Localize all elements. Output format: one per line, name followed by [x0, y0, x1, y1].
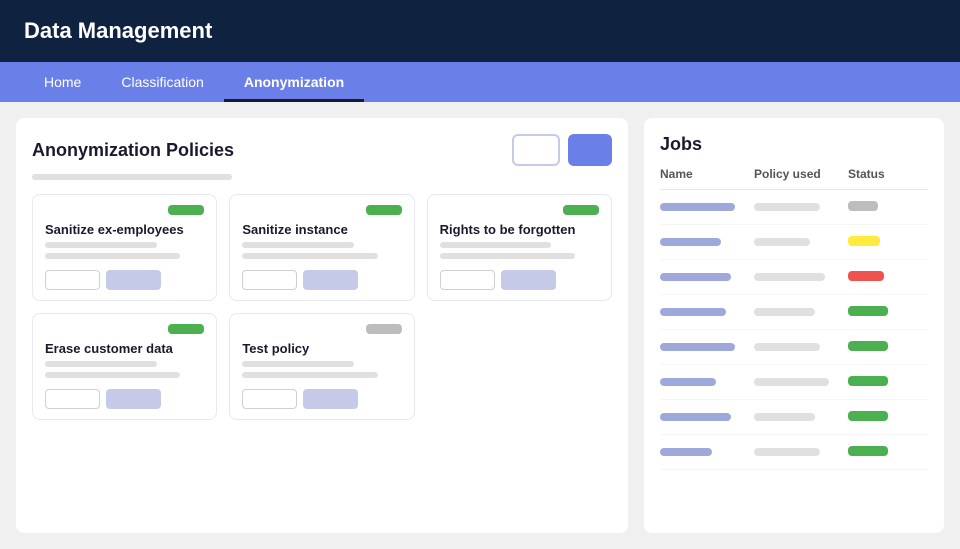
nav-item-classification[interactable]: Classification	[101, 62, 223, 102]
card-btn-secondary[interactable]	[242, 270, 297, 290]
job-row[interactable]	[660, 190, 928, 225]
active-indicator	[563, 205, 599, 215]
card-buttons	[45, 270, 204, 290]
nav-item-home[interactable]: Home	[24, 62, 101, 102]
policy-card-erase-customer: Erase customer data	[32, 313, 217, 420]
card-btn-primary[interactable]	[106, 389, 161, 409]
card-buttons	[242, 389, 401, 409]
card-line-2	[242, 372, 377, 378]
app-header: Data Management	[0, 0, 960, 62]
job-policy-bar	[754, 378, 829, 386]
jobs-table-header: Name Policy used Status	[660, 167, 928, 190]
job-status-indicator	[848, 271, 884, 281]
card-buttons	[242, 270, 401, 290]
card-buttons	[440, 270, 599, 290]
card-btn-primary[interactable]	[501, 270, 556, 290]
panel-header: Anonymization Policies	[32, 134, 612, 166]
job-policy-bar	[754, 273, 825, 281]
card-line-1	[440, 242, 552, 248]
jobs-title: Jobs	[660, 134, 928, 155]
policy-card-title: Sanitize instance	[242, 222, 401, 237]
job-row[interactable]	[660, 365, 928, 400]
job-status-indicator	[848, 411, 888, 421]
job-policy-bar	[754, 203, 820, 211]
card-line-1	[45, 361, 157, 367]
card-btn-primary[interactable]	[303, 270, 358, 290]
policy-card-title: Sanitize ex-employees	[45, 222, 204, 237]
job-name-bar	[660, 343, 735, 351]
policy-card-title: Test policy	[242, 341, 401, 356]
active-indicator	[168, 205, 204, 215]
active-indicator	[366, 205, 402, 215]
filter-button[interactable]	[512, 134, 560, 166]
header-buttons	[512, 134, 612, 166]
job-status-indicator	[848, 341, 888, 351]
card-btn-secondary[interactable]	[45, 389, 100, 409]
job-name-bar	[660, 448, 712, 456]
subtitle-bar	[32, 174, 232, 180]
job-status-indicator	[848, 201, 878, 211]
job-status-indicator	[848, 306, 888, 316]
policy-card-sanitize-instance: Sanitize instance	[229, 194, 414, 301]
policy-card-title: Erase customer data	[45, 341, 204, 356]
policy-card-sanitize-ex-employees: Sanitize ex-employees	[32, 194, 217, 301]
job-row[interactable]	[660, 295, 928, 330]
job-policy-bar	[754, 238, 810, 246]
inactive-indicator	[366, 324, 402, 334]
jobs-list	[660, 190, 928, 470]
job-policy-bar	[754, 308, 815, 316]
active-indicator	[168, 324, 204, 334]
col-header-name: Name	[660, 167, 754, 181]
card-buttons	[45, 389, 204, 409]
job-name-bar	[660, 273, 731, 281]
policy-card-test-policy: Test policy	[229, 313, 414, 420]
job-status-indicator	[848, 446, 888, 456]
job-row[interactable]	[660, 330, 928, 365]
policy-card-rights-forgotten: Rights to be forgotten	[427, 194, 612, 301]
panel-title: Anonymization Policies	[32, 140, 234, 161]
nav-bar: Home Classification Anonymization	[0, 62, 960, 102]
job-policy-bar	[754, 413, 815, 421]
card-btn-primary[interactable]	[106, 270, 161, 290]
main-content: Anonymization Policies Sanitize ex-emplo…	[0, 102, 960, 549]
nav-item-anonymization[interactable]: Anonymization	[224, 62, 364, 102]
card-btn-secondary[interactable]	[242, 389, 297, 409]
policies-grid: Sanitize ex-employees Sanitize instance	[32, 194, 612, 420]
card-line-2	[45, 253, 180, 259]
card-btn-secondary[interactable]	[45, 270, 100, 290]
job-policy-bar	[754, 343, 820, 351]
job-name-bar	[660, 308, 726, 316]
job-name-bar	[660, 378, 716, 386]
job-row[interactable]	[660, 225, 928, 260]
card-line-2	[242, 253, 377, 259]
job-name-bar	[660, 203, 735, 211]
job-status-indicator	[848, 376, 888, 386]
jobs-panel: Jobs Name Policy used Status	[644, 118, 944, 533]
job-policy-bar	[754, 448, 820, 456]
job-name-bar	[660, 413, 731, 421]
job-row[interactable]	[660, 435, 928, 470]
policy-card-title: Rights to be forgotten	[440, 222, 599, 237]
job-row[interactable]	[660, 260, 928, 295]
policies-panel: Anonymization Policies Sanitize ex-emplo…	[16, 118, 628, 533]
job-status-indicator	[848, 236, 880, 246]
add-policy-button[interactable]	[568, 134, 612, 166]
card-btn-primary[interactable]	[303, 389, 358, 409]
job-row[interactable]	[660, 400, 928, 435]
card-line-1	[242, 242, 354, 248]
card-line-2	[45, 372, 180, 378]
card-line-1	[242, 361, 354, 367]
card-line-2	[440, 253, 575, 259]
card-line-1	[45, 242, 157, 248]
job-name-bar	[660, 238, 721, 246]
col-header-policy: Policy used	[754, 167, 848, 181]
app-title: Data Management	[24, 18, 212, 43]
card-btn-secondary[interactable]	[440, 270, 495, 290]
col-header-status: Status	[848, 167, 928, 181]
